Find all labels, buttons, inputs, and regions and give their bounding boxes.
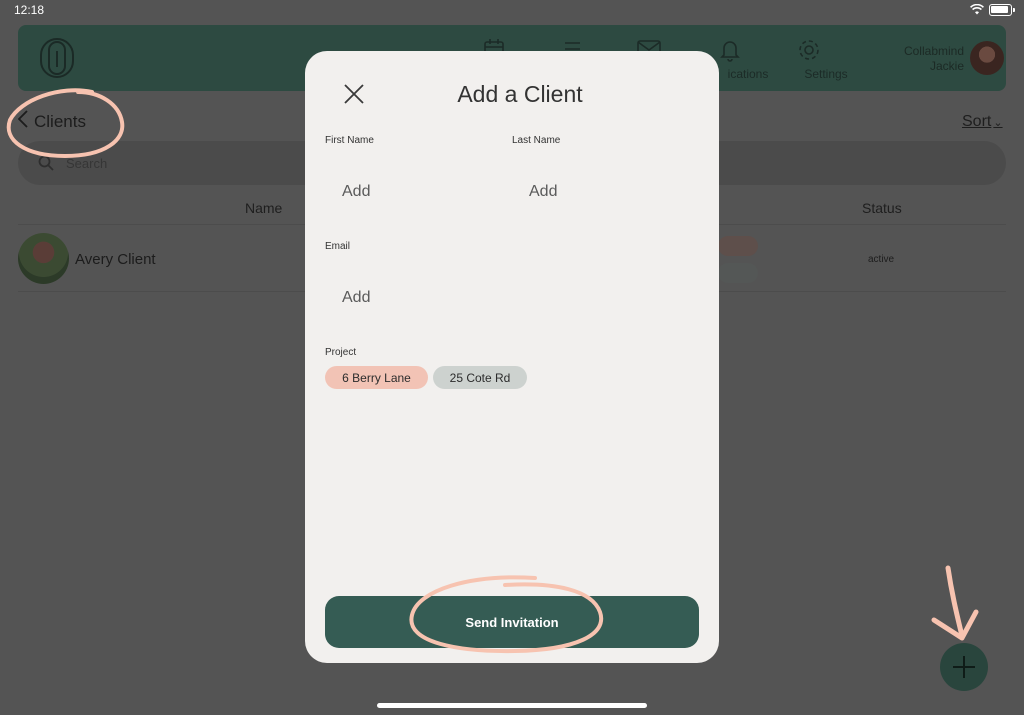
status-time: 12:18 (14, 3, 45, 17)
annotation-arrowhead-fab (931, 609, 979, 641)
nav-item-notifications[interactable]: ications (718, 37, 768, 81)
add-client-button[interactable] (940, 643, 988, 691)
email-field[interactable] (342, 289, 492, 307)
search-placeholder: Search (66, 156, 108, 171)
project-pill (718, 236, 758, 256)
last-name-label: Last Name (512, 135, 561, 146)
sort-button[interactable]: Sort ⌄ (962, 113, 1003, 131)
search-icon (38, 155, 54, 174)
project-label: Project (325, 347, 357, 358)
chevron-down-icon: ⌄ (993, 117, 1003, 129)
user-org: Collabmind (903, 44, 964, 58)
status-bar: 12:18 (0, 0, 1024, 20)
chevron-left-icon (17, 110, 28, 133)
bell-icon (718, 41, 742, 66)
user-name: Collabmind Jackie (876, 44, 964, 74)
sort-label: Sort (962, 113, 992, 130)
back-button[interactable]: Clients (17, 110, 86, 133)
home-indicator[interactable] (377, 703, 647, 708)
client-avatar (18, 233, 69, 284)
client-status: active (868, 254, 895, 265)
plus-icon (953, 656, 975, 678)
first-name-label: First Name (325, 135, 374, 146)
column-header-name[interactable]: Name (245, 200, 282, 216)
last-name-field[interactable] (529, 183, 679, 201)
send-invitation-button[interactable]: Send Invitation (325, 596, 699, 648)
client-name[interactable]: Avery Client (75, 251, 156, 268)
user-avatar[interactable] (970, 41, 1004, 75)
wifi-icon (970, 3, 984, 18)
add-client-modal: Add a Client First Name Last Name Email … (305, 51, 719, 663)
nav-item-settings[interactable]: Settings (796, 37, 848, 81)
app-logo-icon (38, 37, 76, 84)
user-first-name: Jackie (929, 59, 964, 73)
battery-icon (989, 4, 1015, 16)
annotation-arrow-fab (945, 565, 965, 639)
project-chip-berry-lane[interactable]: 6 Berry Lane (325, 366, 428, 389)
project-chip-cote-rd[interactable]: 25 Cote Rd (433, 366, 527, 389)
gear-icon (796, 40, 822, 66)
nav-item-label: Settings (804, 67, 848, 81)
email-label: Email (325, 241, 351, 252)
first-name-field[interactable] (342, 183, 492, 201)
project-pill (718, 263, 758, 283)
modal-title: Add a Client (457, 81, 583, 107)
column-header-status[interactable]: Status (862, 200, 902, 216)
back-label: Clients (34, 111, 86, 131)
